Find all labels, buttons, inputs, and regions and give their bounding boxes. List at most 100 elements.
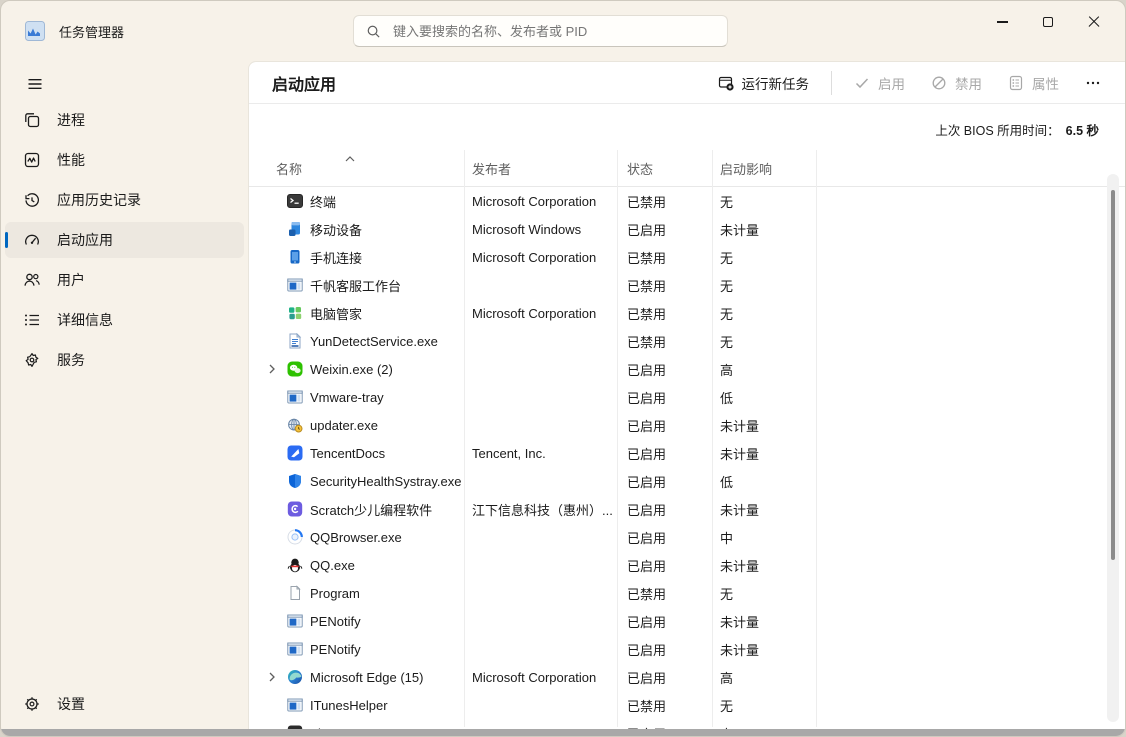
table-row[interactable]: YunDetectService.exe 已禁用 无 — [249, 327, 1125, 355]
status-cell: 已启用 — [617, 444, 712, 463]
name-cell: 千帆客服工作台 — [249, 276, 464, 295]
sidebar-item-details[interactable]: 详细信息 — [5, 302, 244, 338]
impact-cell: 无 — [712, 248, 816, 267]
impact-cell: 低 — [712, 388, 816, 407]
app-name: Program — [310, 586, 360, 601]
disable-button[interactable]: 禁用 — [921, 67, 992, 99]
table-row[interactable]: PENotify 已启用 未计量 — [249, 635, 1125, 663]
window-controls — [979, 3, 1117, 41]
ellipsis-icon — [1085, 75, 1101, 91]
maximize-button[interactable] — [1025, 3, 1071, 41]
table-row[interactable]: Weixin.exe (2) 已启用 高 — [249, 355, 1125, 383]
vertical-scrollbar-thumb[interactable] — [1111, 190, 1115, 560]
block-icon — [931, 75, 947, 91]
qq-app-icon — [287, 557, 303, 573]
name-cell: Vmware-tray — [249, 389, 464, 405]
table-row[interactable]: Program 已禁用 无 — [249, 579, 1125, 607]
app-name: SecurityHealthSystray.exe — [310, 474, 462, 489]
status-cell: 已启用 — [617, 416, 712, 435]
sidebar-item-users[interactable]: 用户 — [5, 262, 244, 298]
expand-chevron-icon — [268, 476, 287, 486]
column-header-status[interactable]: 状态 — [617, 150, 712, 186]
sidebar-item-label: 设置 — [57, 694, 85, 714]
app-name: PENotify — [310, 614, 361, 629]
impact-cell: 未计量 — [712, 640, 816, 659]
bios-time-label: 上次 BIOS 所用时间： — [935, 124, 1059, 138]
task-manager-app-icon — [25, 21, 45, 41]
table-row[interactable]: Scratch少儿编程软件 江下信息科技（惠州）... 已启用 未计量 — [249, 495, 1125, 523]
search-input[interactable] — [391, 23, 715, 40]
enable-button[interactable]: 启用 — [844, 67, 915, 99]
check-icon — [854, 75, 870, 91]
table-row[interactable]: 千帆客服工作台 已禁用 无 — [249, 271, 1125, 299]
app-name: 手机连接 — [310, 248, 362, 267]
app-name: 终端 — [310, 192, 336, 211]
table-row[interactable]: 移动设备 Microsoft Windows 已启用 未计量 — [249, 215, 1125, 243]
table-row[interactable]: PENotify 已启用 未计量 — [249, 607, 1125, 635]
column-label: 启动影响 — [720, 159, 772, 178]
bios-time-value: 6.5 秒 — [1066, 124, 1099, 138]
vertical-scrollbar[interactable] — [1107, 174, 1119, 722]
expand-chevron-icon[interactable] — [268, 364, 287, 374]
column-header-name[interactable]: 名称 — [249, 150, 464, 186]
startup-apps-panel: 启动应用 运行新任务 启用 禁用 属性 — [248, 61, 1125, 736]
sidebar-item-settings[interactable]: 设置 — [5, 686, 244, 722]
table-row[interactable]: QQ.exe 已启用 未计量 — [249, 551, 1125, 579]
appwin-app-icon — [287, 277, 303, 293]
run-new-task-label: 运行新任务 — [742, 73, 810, 93]
publisher-cell: 江下信息科技（惠州）... — [464, 500, 617, 519]
column-header-impact[interactable]: 启动影响 — [712, 150, 816, 186]
expand-chevron-icon — [268, 700, 287, 710]
details-icon — [23, 311, 41, 329]
impact-cell: 未计量 — [712, 556, 816, 575]
impact-cell: 无 — [712, 304, 816, 323]
minimize-button[interactable] — [979, 3, 1025, 41]
table-row[interactable]: 电脑管家 Microsoft Corporation 已禁用 无 — [249, 299, 1125, 327]
table-row[interactable]: QQBrowser.exe 已启用 中 — [249, 523, 1125, 551]
run-new-task-button[interactable]: 运行新任务 — [708, 67, 820, 99]
expand-chevron-icon — [268, 308, 287, 318]
column-label: 名称 — [276, 159, 302, 178]
search-icon — [366, 24, 381, 39]
table-row[interactable]: 终端 Microsoft Corporation 已禁用 无 — [249, 187, 1125, 215]
run-new-task-icon — [718, 75, 734, 91]
mobile-app-icon — [287, 221, 303, 237]
page-title: 启动应用 — [272, 62, 336, 103]
doc-app-icon — [287, 585, 303, 601]
sidebar-item-processes[interactable]: 进程 — [5, 102, 244, 138]
status-cell: 已禁用 — [617, 192, 712, 211]
status-cell: 已启用 — [617, 360, 712, 379]
search-box[interactable] — [353, 15, 728, 47]
appwin-app-icon — [287, 641, 303, 657]
table-row[interactable]: TencentDocs Tencent, Inc. 已启用 未计量 — [249, 439, 1125, 467]
publisher-cell: Microsoft Corporation — [464, 306, 617, 321]
horizontal-scrollbar[interactable] — [1, 729, 1125, 736]
more-options-button[interactable] — [1075, 69, 1111, 97]
table-row[interactable]: updater.exe 已启用 未计量 — [249, 411, 1125, 439]
sidebar-item-services[interactable]: 服务 — [5, 342, 244, 378]
sidebar-item-performance[interactable]: 性能 — [5, 142, 244, 178]
menu-toggle-button[interactable] — [17, 67, 53, 101]
table-row[interactable]: Vmware-tray 已启用 低 — [249, 383, 1125, 411]
status-cell: 已禁用 — [617, 696, 712, 715]
sidebar-item-startup-apps[interactable]: 启动应用 — [5, 222, 244, 258]
expand-chevron-icon[interactable] — [268, 672, 287, 682]
publisher-cell: Microsoft Corporation — [464, 250, 617, 265]
app-name: 移动设备 — [310, 220, 362, 239]
close-button[interactable] — [1071, 3, 1117, 41]
sort-ascending-icon — [345, 155, 355, 163]
expand-chevron-icon — [268, 420, 287, 430]
impact-cell: 无 — [712, 332, 816, 351]
expand-chevron-icon — [268, 392, 287, 402]
app-name: Scratch少儿编程软件 — [310, 500, 432, 519]
table-row[interactable]: Microsoft Edge (15) Microsoft Corporatio… — [249, 663, 1125, 691]
table-row[interactable]: 手机连接 Microsoft Corporation 已禁用 无 — [249, 243, 1125, 271]
name-cell: Program — [249, 585, 464, 601]
table-row[interactable]: SecurityHealthSystray.exe 已启用 低 — [249, 467, 1125, 495]
table-row[interactable]: ITunesHelper 已禁用 无 — [249, 691, 1125, 719]
column-header-publisher[interactable]: 发布者 — [464, 150, 617, 186]
sidebar-item-label: 应用历史记录 — [57, 190, 141, 210]
properties-button[interactable]: 属性 — [998, 67, 1069, 99]
sidebar-item-app-history[interactable]: 应用历史记录 — [5, 182, 244, 218]
terminal-app-icon — [287, 193, 303, 209]
